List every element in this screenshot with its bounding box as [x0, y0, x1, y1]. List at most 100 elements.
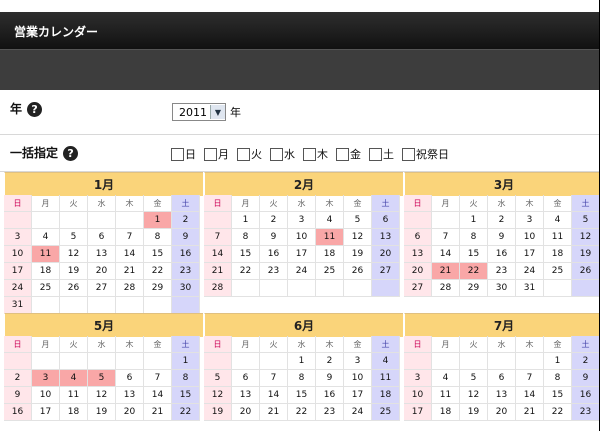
day-cell[interactable]: 19 [88, 404, 116, 421]
day-cell[interactable]: 9 [172, 229, 200, 246]
day-cell[interactable]: 20 [116, 404, 144, 421]
day-cell[interactable]: 24 [4, 280, 32, 297]
bulk-checkbox-6[interactable] [369, 147, 382, 161]
day-cell[interactable]: 15 [460, 246, 488, 263]
day-cell[interactable]: 8 [172, 370, 200, 387]
day-cell[interactable]: 13 [488, 387, 516, 404]
bulk-option-3[interactable]: 水 [270, 146, 295, 162]
day-cell[interactable]: 17 [32, 404, 60, 421]
day-cell[interactable]: 29 [144, 280, 172, 297]
day-cell[interactable]: 18 [372, 387, 400, 404]
bulk-option-2[interactable]: 火 [237, 146, 262, 162]
day-cell[interactable]: 8 [544, 370, 572, 387]
day-cell[interactable]: 14 [144, 387, 172, 404]
day-cell[interactable]: 10 [344, 370, 372, 387]
day-cell[interactable]: 3 [404, 370, 432, 387]
day-cell[interactable]: 18 [544, 246, 572, 263]
day-cell[interactable]: 27 [404, 280, 432, 297]
bulk-checkbox-3[interactable] [270, 147, 283, 161]
day-cell[interactable]: 4 [316, 212, 344, 229]
day-cell[interactable]: 17 [288, 246, 316, 263]
day-cell[interactable]: 18 [32, 263, 60, 280]
bulk-option-5[interactable]: 金 [336, 146, 361, 162]
bulk-help-icon[interactable]: ? [63, 146, 79, 161]
day-cell[interactable]: 22 [144, 263, 172, 280]
day-cell[interactable]: 8 [288, 370, 316, 387]
day-cell[interactable]: 20 [88, 263, 116, 280]
day-cell[interactable]: 12 [344, 229, 372, 246]
day-cell[interactable]: 9 [4, 387, 32, 404]
day-cell[interactable]: 4 [432, 370, 460, 387]
day-cell[interactable]: 17 [4, 263, 32, 280]
day-cell[interactable]: 27 [372, 263, 400, 280]
day-cell[interactable]: 25 [32, 280, 60, 297]
day-cell[interactable]: 16 [572, 387, 600, 404]
day-cell[interactable]: 1 [288, 353, 316, 370]
day-cell[interactable]: 16 [172, 246, 200, 263]
day-cell[interactable]: 14 [516, 387, 544, 404]
day-cell[interactable]: 19 [344, 246, 372, 263]
day-cell[interactable]: 8 [460, 229, 488, 246]
day-cell[interactable]: 4 [372, 353, 400, 370]
day-cell[interactable]: 23 [260, 263, 288, 280]
day-cell[interactable]: 9 [316, 370, 344, 387]
day-cell[interactable]: 7 [260, 370, 288, 387]
day-cell[interactable]: 23 [572, 404, 600, 421]
day-cell[interactable]: 10 [32, 387, 60, 404]
day-cell[interactable]: 15 [144, 246, 172, 263]
day-cell[interactable]: 12 [60, 246, 88, 263]
day-cell[interactable]: 1 [460, 212, 488, 229]
day-cell[interactable]: 14 [432, 246, 460, 263]
day-cell[interactable]: 20 [404, 263, 432, 280]
day-cell[interactable]: 16 [4, 404, 32, 421]
day-cell[interactable]: 1 [172, 353, 200, 370]
day-cell[interactable]: 24 [516, 263, 544, 280]
day-cell[interactable]: 31 [516, 280, 544, 297]
day-cell[interactable]: 20 [232, 404, 260, 421]
day-cell[interactable]: 30 [172, 280, 200, 297]
day-cell[interactable]: 7 [516, 370, 544, 387]
day-cell[interactable]: 1 [144, 212, 172, 229]
day-cell[interactable]: 26 [344, 263, 372, 280]
day-cell[interactable]: 23 [316, 404, 344, 421]
day-cell[interactable]: 15 [544, 387, 572, 404]
bulk-checkbox-7[interactable] [402, 147, 415, 161]
day-cell[interactable]: 11 [32, 246, 60, 263]
day-cell[interactable]: 6 [404, 229, 432, 246]
day-cell[interactable]: 19 [572, 246, 600, 263]
day-cell[interactable]: 17 [404, 404, 432, 421]
day-cell[interactable]: 13 [88, 246, 116, 263]
day-cell[interactable]: 2 [172, 212, 200, 229]
day-cell[interactable]: 21 [516, 404, 544, 421]
chevron-down-icon[interactable]: ▼ [210, 105, 225, 119]
year-help-icon[interactable]: ? [27, 102, 43, 117]
day-cell[interactable]: 23 [488, 263, 516, 280]
day-cell[interactable]: 10 [516, 229, 544, 246]
day-cell[interactable]: 13 [116, 387, 144, 404]
day-cell[interactable]: 10 [288, 229, 316, 246]
day-cell[interactable]: 12 [88, 387, 116, 404]
day-cell[interactable]: 2 [488, 212, 516, 229]
day-cell[interactable]: 26 [60, 280, 88, 297]
day-cell[interactable]: 15 [288, 387, 316, 404]
day-cell[interactable]: 22 [232, 263, 260, 280]
day-cell[interactable]: 19 [460, 404, 488, 421]
day-cell[interactable]: 3 [288, 212, 316, 229]
day-cell[interactable]: 20 [372, 246, 400, 263]
day-cell[interactable]: 8 [232, 229, 260, 246]
day-cell[interactable]: 5 [460, 370, 488, 387]
day-cell[interactable]: 27 [88, 280, 116, 297]
day-cell[interactable]: 3 [32, 370, 60, 387]
day-cell[interactable]: 18 [60, 404, 88, 421]
day-cell[interactable]: 22 [288, 404, 316, 421]
day-cell[interactable]: 16 [488, 246, 516, 263]
day-cell[interactable]: 11 [544, 229, 572, 246]
day-cell[interactable]: 1 [544, 353, 572, 370]
day-cell[interactable]: 12 [204, 387, 232, 404]
day-cell[interactable]: 21 [144, 404, 172, 421]
day-cell[interactable]: 17 [344, 387, 372, 404]
day-cell[interactable]: 24 [288, 263, 316, 280]
day-cell[interactable]: 19 [204, 404, 232, 421]
day-cell[interactable]: 21 [204, 263, 232, 280]
day-cell[interactable]: 1 [232, 212, 260, 229]
